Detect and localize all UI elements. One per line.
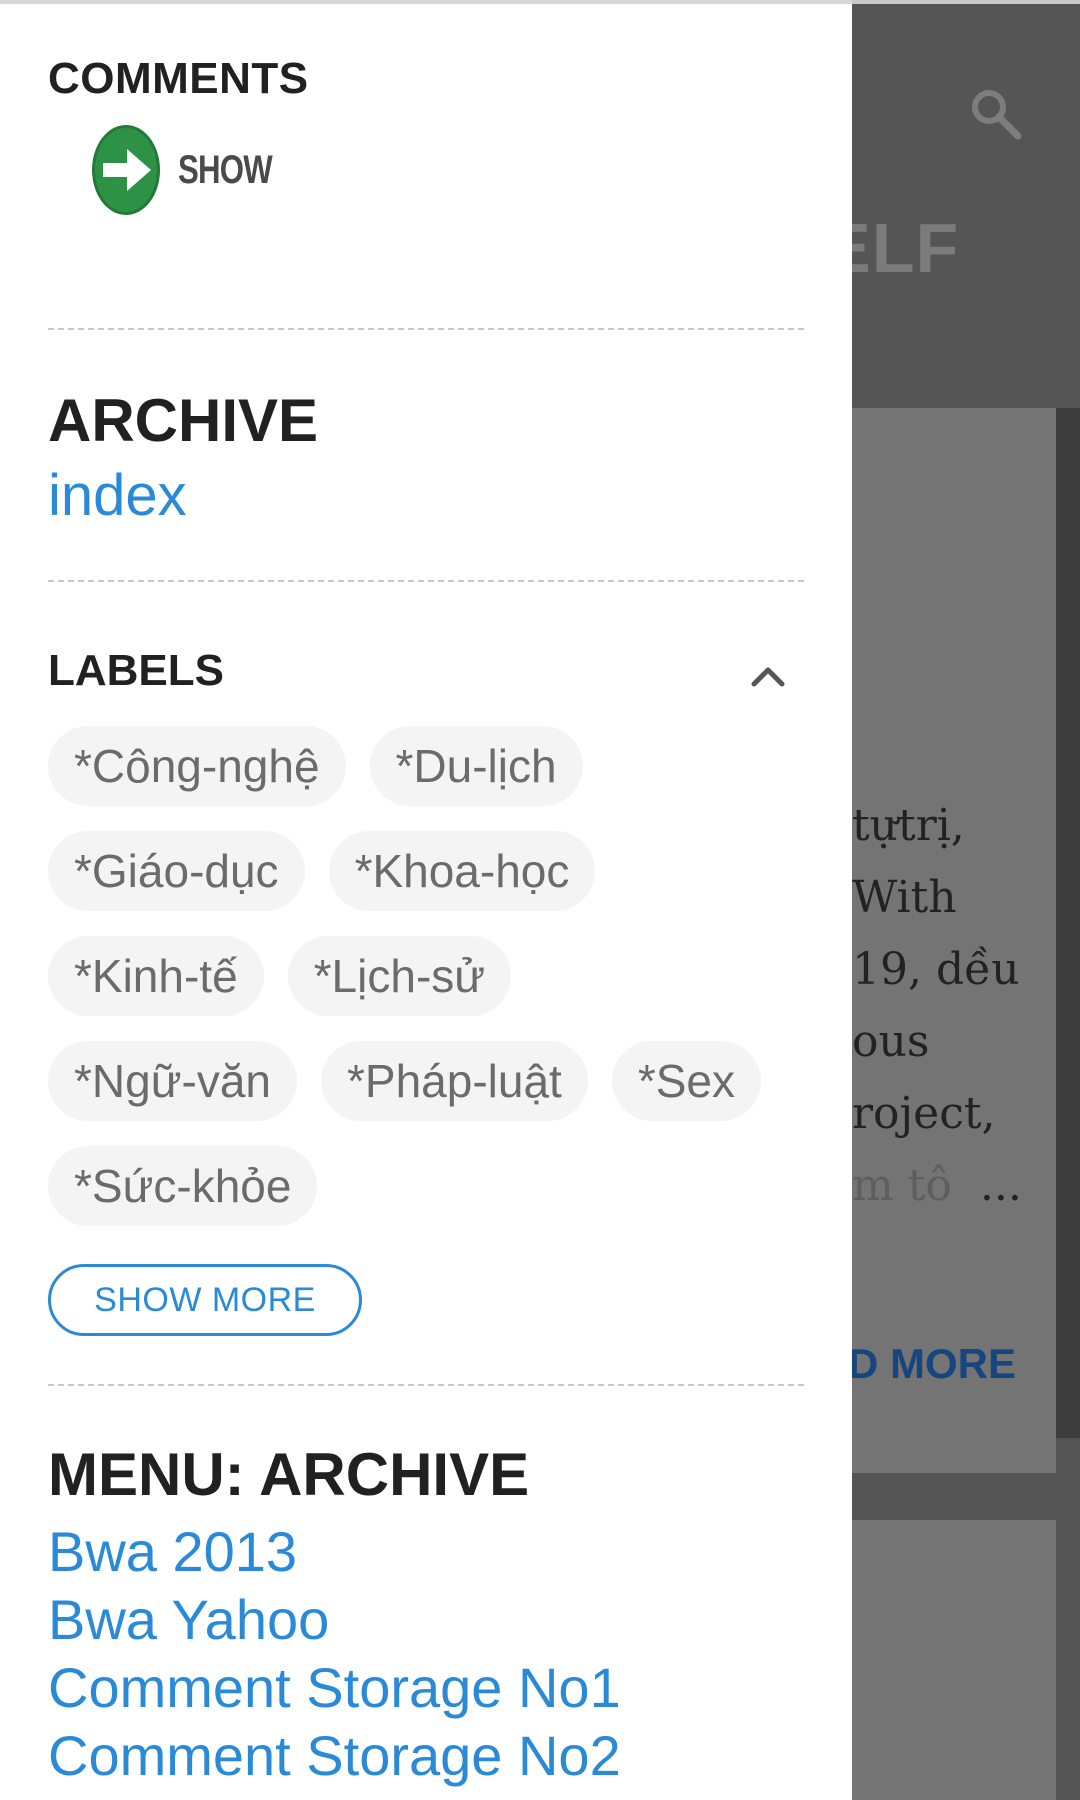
excerpt-line-last: m tô ... (852, 1150, 1022, 1222)
divider (48, 1384, 804, 1386)
excerpt-ellipsis: ... (979, 1160, 1022, 1211)
label-chip-lich-su[interactable]: *Lịch-sử (287, 936, 512, 1016)
label-chip-suc-khoe[interactable]: *Sức-khỏe (48, 1146, 318, 1226)
excerpt-line: 19, dều (852, 944, 1020, 995)
label-chip-cong-nghe[interactable]: *Công-nghệ (48, 726, 346, 806)
archive-widget-title: ARCHIVE (48, 387, 319, 454)
chevron-up-icon[interactable] (748, 656, 788, 696)
divider (48, 328, 804, 330)
archive-index-link[interactable]: index (48, 462, 187, 529)
label-row: *Ngữ-văn *Pháp-luật *Sex (48, 1041, 808, 1121)
label-chip-sex[interactable]: *Sex (611, 1041, 761, 1121)
menu-link-bwa-2013[interactable]: Bwa 2013 (48, 1518, 621, 1586)
divider (48, 580, 804, 582)
arrow-right-circle-icon (92, 125, 160, 215)
show-comments-button[interactable]: SHOW (92, 124, 292, 216)
label-chip-du-lich[interactable]: *Du-lịch (369, 726, 583, 806)
menu-link-comment-storage-no1[interactable]: Comment Storage No1 (48, 1654, 621, 1722)
menu-archive-links: Bwa 2013 Bwa Yahoo Comment Storage No1 C… (48, 1518, 621, 1790)
excerpt-fade: m tô (852, 1160, 952, 1211)
label-chip-phap-luat[interactable]: *Pháp-luật (320, 1041, 588, 1121)
search-icon[interactable] (966, 84, 1026, 144)
show-label: SHOW (178, 147, 273, 192)
excerpt-line: roject, (852, 1088, 996, 1139)
labels-list: *Công-nghệ *Du-lịch *Giáo-dục *Khoa-học … (48, 726, 808, 1251)
excerpt-line: ous (852, 1016, 930, 1067)
sidebar-drawer: COMMENTS SHOW ARCHIVE index LABELS *Công… (0, 0, 852, 1800)
label-chip-kinh-te[interactable]: *Kinh-tế (48, 936, 264, 1016)
label-row: *Giáo-dục *Khoa-học (48, 831, 808, 911)
read-more-link[interactable]: D MORE (848, 1340, 1016, 1388)
label-row: *Sức-khỏe (48, 1146, 808, 1226)
label-row: *Kinh-tế *Lịch-sử (48, 936, 808, 1016)
comments-widget-title: COMMENTS (48, 54, 309, 103)
label-chip-giao-duc[interactable]: *Giáo-dục (48, 831, 305, 911)
show-more-button[interactable]: SHOW MORE (48, 1264, 362, 1336)
menu-archive-widget-title: MENU: ARCHIVE (48, 1441, 530, 1508)
post-excerpt: tựtrị, With 19, dều ous roject, m tô ... (852, 790, 1022, 1222)
labels-widget-title: LABELS (48, 646, 224, 695)
excerpt-line: tựtrị, (852, 800, 965, 851)
drawer-top-border (0, 0, 852, 4)
card-shadow-strip (1056, 408, 1080, 1438)
menu-link-comment-storage-no2[interactable]: Comment Storage No2 (48, 1722, 621, 1790)
excerpt-line: With (852, 872, 957, 923)
menu-link-bwa-yahoo[interactable]: Bwa Yahoo (48, 1586, 621, 1654)
label-row: *Công-nghệ *Du-lịch (48, 726, 808, 806)
label-chip-khoa-hoc[interactable]: *Khoa-học (328, 831, 596, 911)
label-chip-ngu-van[interactable]: *Ngữ-văn (48, 1041, 297, 1121)
